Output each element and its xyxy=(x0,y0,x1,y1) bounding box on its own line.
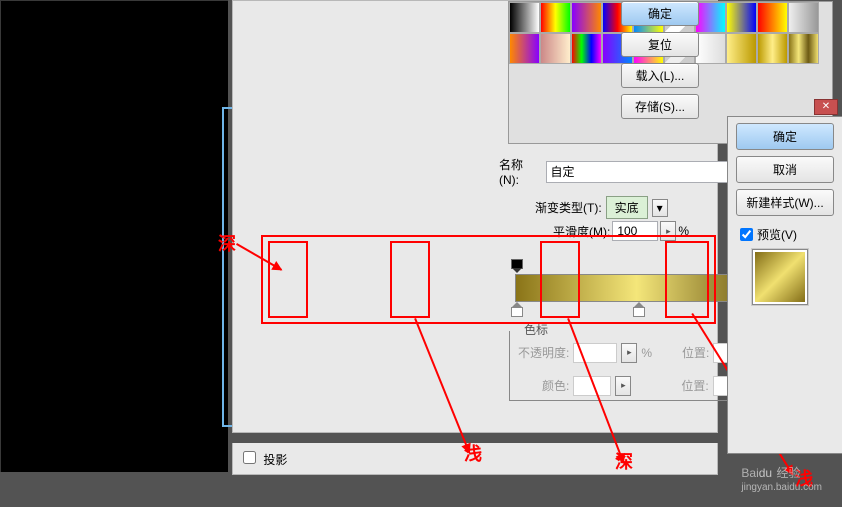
dialog-button-column: 确定 复位 载入(L)... 存储(S)... xyxy=(621,1,699,119)
load-button[interactable]: 载入(L)... xyxy=(621,63,699,88)
preset-swatch[interactable] xyxy=(757,2,788,33)
preset-swatch[interactable] xyxy=(757,33,788,64)
color-label: 颜色: xyxy=(542,377,569,394)
opacity-pct: % xyxy=(641,346,652,360)
app-dark-area xyxy=(0,0,228,472)
reset-button[interactable]: 复位 xyxy=(621,32,699,57)
type-dropdown[interactable]: 实底 xyxy=(606,196,648,219)
preset-swatch[interactable] xyxy=(509,33,540,64)
annot-box-2 xyxy=(390,241,430,318)
preset-swatch[interactable] xyxy=(571,33,602,64)
opacity-stepper-icon: ▸ xyxy=(621,343,637,363)
preview-label: 预览(V) xyxy=(757,226,797,243)
annot-box-3 xyxy=(540,241,580,318)
preset-swatch[interactable] xyxy=(695,33,726,64)
preset-swatch[interactable] xyxy=(540,2,571,33)
annot-box-1 xyxy=(268,241,308,318)
color-picker-icon: ▸ xyxy=(615,376,631,396)
annot-box-outer xyxy=(261,235,716,324)
save-button[interactable]: 存储(S)... xyxy=(621,94,699,119)
preset-swatch[interactable] xyxy=(540,33,571,64)
opacity-label: 不透明度: xyxy=(518,344,569,361)
preset-swatch[interactable] xyxy=(788,2,819,33)
preview-checkbox[interactable] xyxy=(740,228,753,241)
preset-swatch[interactable] xyxy=(509,2,540,33)
shadow-label: 投影 xyxy=(263,453,287,467)
type-label: 渐变类型(T): xyxy=(535,199,602,216)
close-icon[interactable]: ✕ xyxy=(814,99,838,115)
preset-swatch[interactable] xyxy=(695,2,726,33)
ls-ok-button[interactable]: 确定 xyxy=(736,123,834,150)
gradient-editor-dialog: 确定 复位 载入(L)... 存储(S)... 名称(N): 新建(W) 渐变类… xyxy=(232,0,718,433)
pos-label-1: 位置: xyxy=(682,344,709,361)
preset-swatch[interactable] xyxy=(788,33,819,64)
name-label: 名称(N): xyxy=(499,156,540,187)
ls-newstyle-button[interactable]: 新建样式(W)... xyxy=(736,189,834,216)
annot-light-2: 浅 xyxy=(795,465,813,491)
dropdown-arrow-icon[interactable]: ▾ xyxy=(652,199,668,217)
ls-cancel-button[interactable]: 取消 xyxy=(736,156,834,183)
annot-box-4 xyxy=(665,241,709,318)
preview-thumb xyxy=(752,249,808,305)
ok-button[interactable]: 确定 xyxy=(621,1,699,26)
preset-swatch[interactable] xyxy=(726,33,757,64)
preset-swatch[interactable] xyxy=(571,2,602,33)
annot-dark-1: 深 xyxy=(218,230,236,256)
pos-label-2: 位置: xyxy=(681,377,708,394)
type-row: 渐变类型(T): 实底 ▾ xyxy=(535,196,668,219)
layer-style-panel: ✕ 确定 取消 新建样式(W)... 预览(V) xyxy=(727,116,842,454)
preset-swatch[interactable] xyxy=(726,2,757,33)
shadow-checkbox[interactable] xyxy=(243,451,256,464)
